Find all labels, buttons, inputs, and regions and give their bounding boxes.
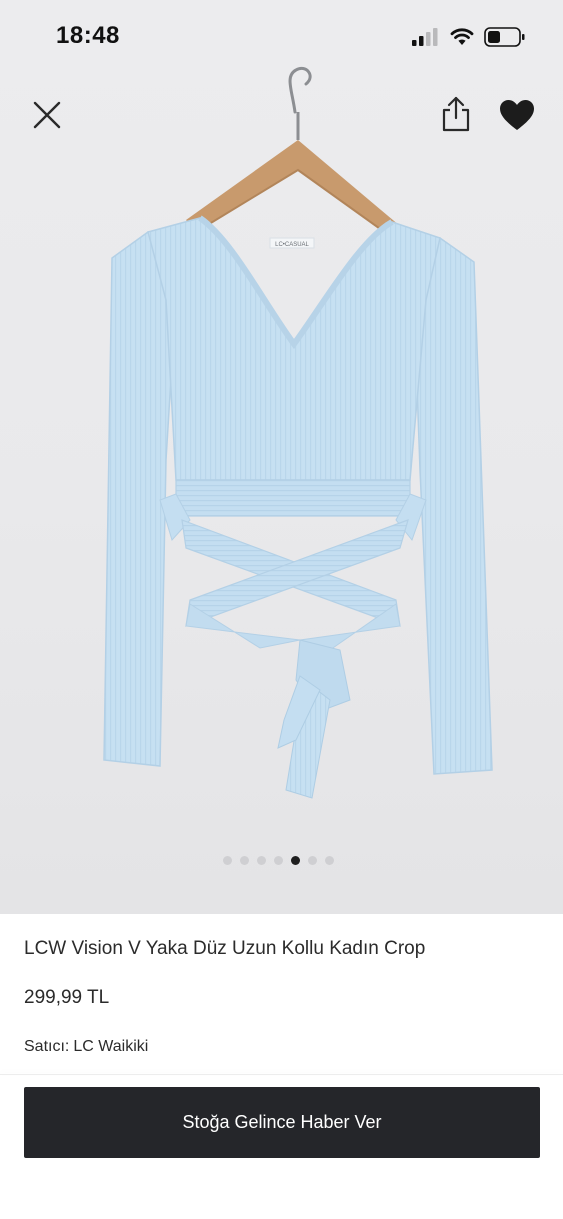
garment-tag: LC•CASUAL — [275, 242, 309, 248]
signal-icon — [412, 28, 438, 46]
image-pager — [0, 856, 560, 870]
seller-info: Satıcı: LC Waikiki — [24, 1038, 148, 1056]
pager-dot[interactable] — [274, 856, 283, 865]
product-photo[interactable]: LC•CASUAL — [0, 60, 563, 860]
seller-name[interactable]: LC Waikiki — [73, 1038, 148, 1055]
product-title: LCW Vision V Yaka Düz Uzun Kollu Kadın C… — [24, 938, 426, 959]
close-button[interactable] — [28, 96, 66, 134]
close-icon — [33, 101, 61, 129]
share-icon — [442, 96, 470, 132]
pager-dot[interactable] — [308, 856, 317, 865]
pager-dot[interactable] — [223, 856, 232, 865]
pager-dot[interactable] — [240, 856, 249, 865]
share-button[interactable] — [436, 94, 476, 134]
pager-dot[interactable] — [325, 856, 334, 865]
wifi-icon — [450, 28, 474, 45]
pager-dot-active[interactable] — [291, 856, 300, 865]
status-time: 18:48 — [56, 22, 120, 49]
favorite-button[interactable] — [496, 94, 538, 136]
battery-icon — [484, 27, 525, 47]
product-price: 299,99 TL — [24, 987, 110, 1008]
seller-label: Satıcı: — [24, 1038, 70, 1055]
hanger-icon — [186, 67, 400, 237]
pager-dot[interactable] — [257, 856, 266, 865]
divider — [0, 1074, 563, 1075]
notify-stock-button[interactable]: Stoğa Gelince Haber Ver — [24, 1087, 540, 1158]
heart-icon — [500, 100, 534, 130]
product-image-area[interactable]: 18:48 LC•CASUAL — [0, 0, 563, 914]
